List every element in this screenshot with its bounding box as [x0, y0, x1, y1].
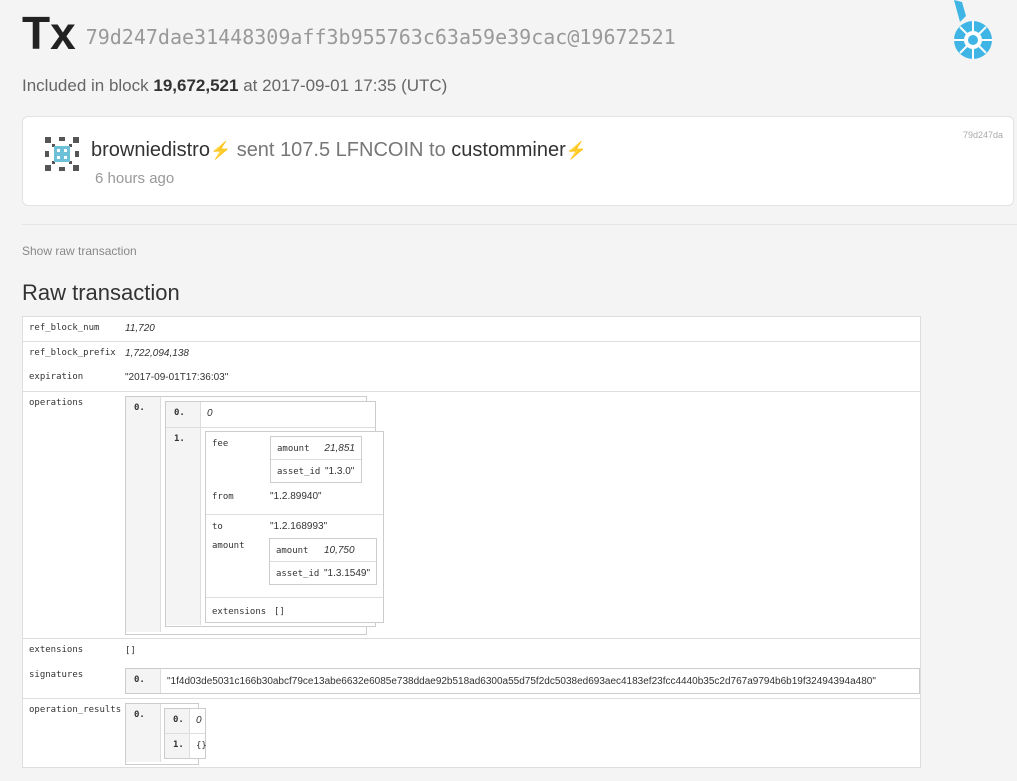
raw-row-ref-block-prefix: ref_block_prefix 1,722,094,138	[23, 341, 920, 366]
raw-key: ref_block_num	[29, 323, 100, 333]
page-title: Tx 79d247dae31448309aff3b955763c63a59e39c…	[22, 6, 676, 60]
signature-value: "1f4d03de5031c166b30abcf79ce13abe6632e60…	[167, 676, 876, 687]
to-id: "1.2.168993"	[270, 521, 328, 532]
array-index: 0.	[126, 669, 161, 693]
raw-row-operation-results: operation_results 0. 0. 0 1. {}	[23, 698, 920, 767]
operations-array: 0. 0. 0 1. fee amount 21,851 asset_id "1…	[125, 396, 384, 635]
bitshares-logo-icon	[954, 0, 992, 59]
field-key: amount	[212, 541, 245, 551]
show-raw-transaction-link[interactable]: Show raw transaction	[22, 244, 137, 258]
raw-key: operation_results	[29, 705, 122, 715]
raw-value: 11,720	[125, 323, 155, 334]
raw-key: operations	[29, 398, 84, 408]
op-extensions: []	[274, 607, 285, 617]
field-key: asset_id	[277, 467, 321, 477]
operation-id-link[interactable]: 79d247da	[963, 130, 1003, 140]
raw-row-extensions: extensions []	[23, 638, 920, 664]
raw-key: expiration	[29, 372, 84, 382]
transfer-amount: 10,750	[323, 545, 355, 556]
signatures-array: 0. "1f4d03de5031c166b30abcf79ce13abe6632…	[125, 668, 920, 694]
raw-key: extensions	[29, 645, 84, 655]
raw-row-operations: operations 0. 0. 0 1. fee amount 21,851 …	[23, 391, 920, 638]
fee-amount: 21,851	[324, 443, 355, 454]
block-time: 2017-09-01 17:35 (UTC)	[262, 76, 448, 95]
from-id: "1.2.89940"	[270, 491, 322, 502]
raw-key: signatures	[29, 670, 84, 680]
field-key: amount	[275, 546, 309, 556]
operation-type: 0	[207, 408, 213, 419]
result-value: {}	[196, 741, 207, 751]
operation-results-array: 0. 0. 0 1. {}	[125, 703, 207, 765]
block-prefix: Included in block	[22, 76, 149, 95]
raw-row-expiration: expiration "2017-09-01T17:36:03"	[23, 366, 920, 391]
from-account-link[interactable]: browniedistro	[91, 139, 210, 161]
operation-tuple: 0. 0 1. fee amount 21,851 asset_id "1.3.…	[165, 401, 384, 627]
result-tuple: 0. 0 1. {}	[164, 708, 207, 759]
raw-transaction-heading: Raw transaction	[22, 280, 180, 305]
transfer-asset-id: "1.3.1549"	[323, 568, 370, 579]
avatar[interactable]	[45, 137, 79, 171]
operation-body: fee amount 21,851 asset_id "1.3.0" from …	[205, 431, 384, 623]
field-key: asset_id	[275, 569, 320, 579]
block-number[interactable]: 19,672,521	[153, 76, 238, 95]
array-index: 1.	[165, 734, 190, 758]
lifetime-member-icon: ⚡	[209, 141, 232, 160]
raw-value: []	[125, 646, 136, 656]
raw-value: "2017-09-01T17:36:03"	[125, 372, 229, 383]
operation-summary: browniedistro⚡ sent 107.5 LFNCOIN to cus…	[91, 139, 587, 162]
array-index: 1.	[166, 428, 201, 625]
raw-transaction-table: ref_block_num 11,720 ref_block_prefix 1,…	[22, 316, 921, 768]
array-index: 0.	[126, 397, 161, 632]
raw-value: 1,722,094,138	[125, 348, 189, 359]
block-at: at	[243, 76, 258, 95]
field-key: from	[212, 492, 234, 502]
array-index: 0.	[166, 402, 201, 427]
field-key: extensions	[212, 607, 267, 617]
raw-row-signatures: signatures 0. "1f4d03de5031c166b30abcf79…	[23, 664, 920, 698]
field-key: fee	[212, 439, 229, 449]
tx-hash: 79d247dae31448309aff3b955763c63a59e39cac…	[85, 25, 676, 49]
operation-time: 6 hours ago	[95, 170, 175, 187]
amount-object: amount 10,750 asset_id "1.3.1549"	[268, 538, 377, 585]
raw-row-ref-block-num: ref_block_num 11,720	[23, 317, 920, 341]
result-type: 0	[196, 715, 202, 726]
to-account-link[interactable]: customminer	[451, 139, 565, 161]
array-index: 0.	[126, 704, 161, 762]
field-key: amount	[277, 444, 310, 454]
lifetime-member-icon: ⚡	[565, 141, 587, 160]
operation-amount: 107.5 LFNCOIN	[280, 139, 424, 161]
operation-card: browniedistro⚡ sent 107.5 LFNCOIN to cus…	[22, 116, 1014, 206]
operation-to-word: to	[429, 139, 446, 161]
operation-verb: sent	[236, 139, 275, 161]
raw-key: ref_block_prefix	[29, 348, 116, 358]
divider	[22, 224, 1017, 225]
fee-object: amount 21,851 asset_id "1.3.0"	[270, 436, 362, 483]
block-info: Included in block 19,672,521 at 2017-09-…	[22, 76, 447, 96]
fee-asset-id: "1.3.0"	[325, 466, 355, 477]
array-index: 0.	[165, 709, 190, 733]
tx-label: Tx	[22, 7, 76, 59]
field-key: to	[212, 522, 223, 532]
